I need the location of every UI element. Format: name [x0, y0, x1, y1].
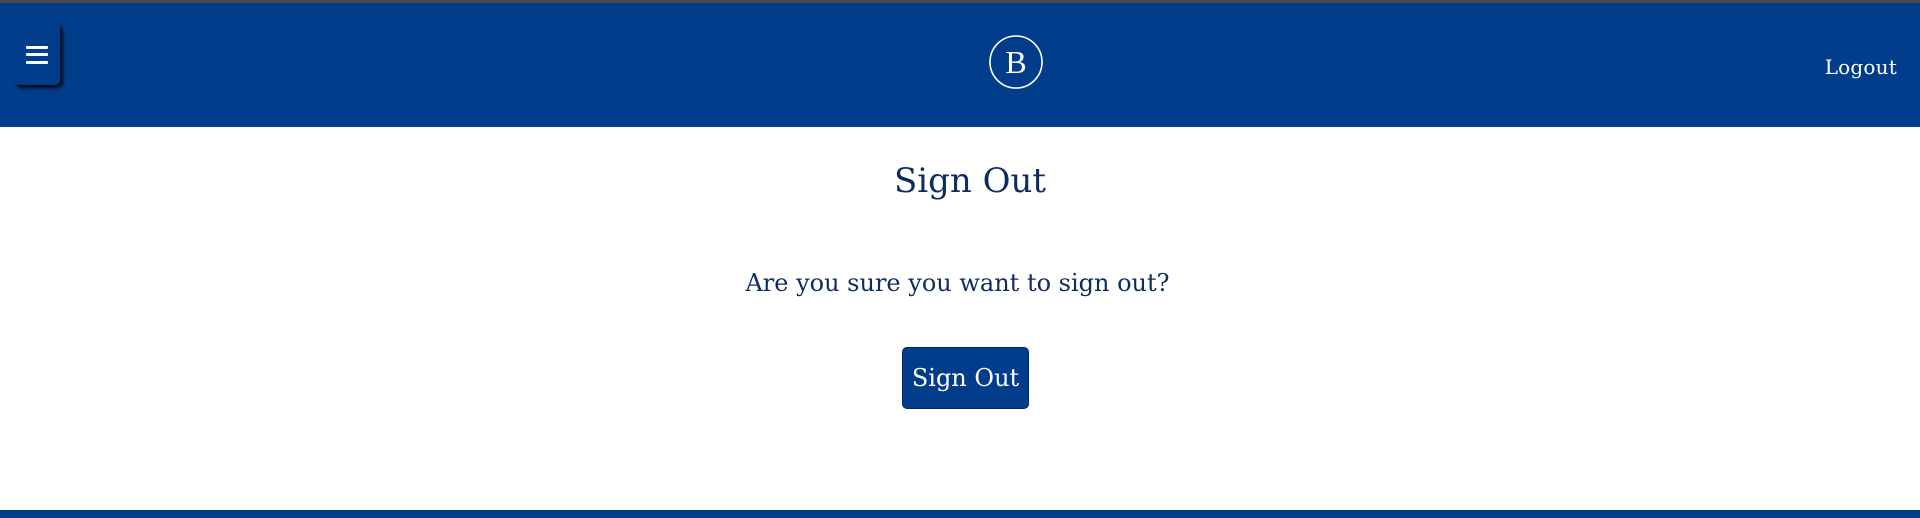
hamburger-icon: [25, 45, 48, 64]
page-title: Sign Out: [893, 161, 1047, 201]
main-content: Sign Out Are you sure you want to sign o…: [0, 127, 1920, 510]
site-header: B Logout: [0, 3, 1920, 127]
confirmation-prompt: Are you sure you want to sign out?: [745, 269, 1170, 297]
brand-logo[interactable]: B: [988, 34, 1044, 90]
sign-out-button[interactable]: Sign Out: [902, 347, 1029, 409]
logout-link[interactable]: Logout: [1825, 55, 1897, 79]
logo-letter: B: [1005, 44, 1026, 80]
footer-bar: [0, 510, 1920, 518]
menu-button[interactable]: [13, 24, 60, 85]
